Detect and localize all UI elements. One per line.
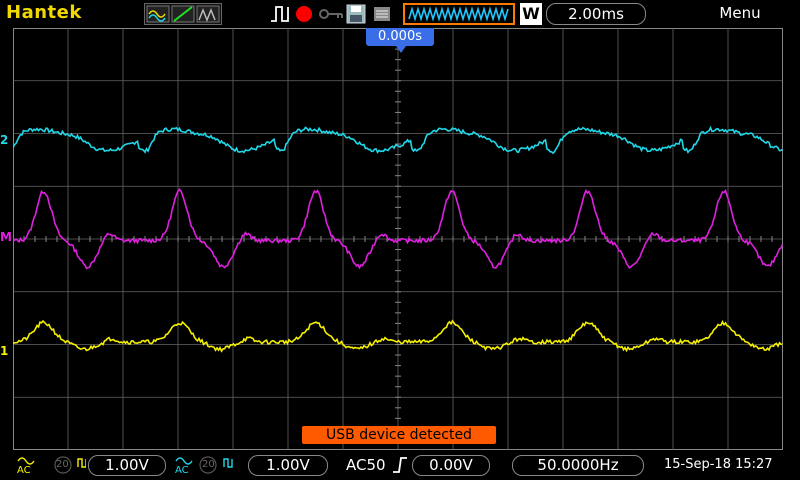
run-stop-icon[interactable] — [295, 5, 313, 23]
ch1-probe-icon — [77, 458, 86, 468]
math-marker-label: M — [0, 230, 12, 244]
ch2-trace — [13, 125, 783, 155]
ch1-scale[interactable]: 1.00V — [88, 455, 166, 476]
ch1-trace — [13, 319, 783, 353]
frequency-counter: 50.0000Hz — [512, 455, 644, 476]
memory-waveform-icon — [408, 6, 509, 22]
ch2-coupling-icon — [175, 457, 193, 465]
trigger-position-marker[interactable] — [396, 46, 406, 53]
save-disk-icon[interactable] — [346, 4, 366, 24]
key-icon — [319, 9, 343, 19]
ch2-level-marker[interactable]: 2 — [0, 133, 8, 147]
ch2-bandwidth: 20 — [202, 459, 215, 470]
ch1-marker-label: 1 — [0, 344, 9, 358]
ch1-level-marker[interactable]: 1 — [0, 344, 8, 358]
brand-logo: Hantek — [6, 2, 82, 23]
top-bar: Hantek W 2.00ms Menu — [0, 0, 800, 28]
ch2-scale[interactable]: 1.00V — [248, 455, 328, 476]
waveform-display — [13, 28, 783, 450]
trigger-pulse-icon[interactable] — [270, 5, 294, 23]
trigger-source[interactable]: AC50 — [346, 456, 386, 474]
trigger-edge-icon[interactable] — [392, 456, 408, 474]
ch1-coupling-icon — [17, 457, 35, 465]
ch2-probe-icon — [223, 458, 233, 468]
timebase-display[interactable]: 2.00ms — [546, 3, 646, 25]
display-mode-group[interactable] — [144, 3, 222, 25]
ch2-coupling: AC — [175, 465, 189, 476]
mode-spacer — [222, 3, 262, 25]
trigger-time-label: 0.000s — [366, 28, 434, 46]
window-mode-label[interactable]: W — [520, 3, 542, 25]
datetime: 15-Sep-18 15:27 — [664, 457, 773, 472]
trigger-level[interactable]: 0.00V — [412, 455, 490, 476]
ch1-coupling: AC — [17, 465, 31, 476]
menu-button[interactable]: Menu — [700, 4, 780, 22]
usb-notification: USB device detected — [302, 426, 496, 444]
math-level-marker[interactable]: M — [0, 230, 12, 244]
waveform-traces — [13, 125, 783, 353]
ch1-bandwidth: 20 — [56, 459, 69, 470]
ch2-marker-label: 2 — [0, 133, 9, 147]
print-icon[interactable] — [372, 4, 392, 24]
memory-window-indicator[interactable] — [403, 3, 515, 25]
waveform-mode-icon — [146, 5, 220, 23]
math-trace — [13, 188, 783, 270]
